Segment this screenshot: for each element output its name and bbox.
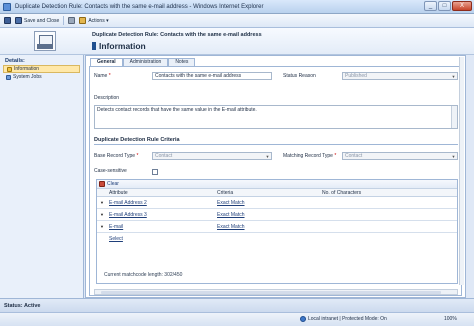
- case-sensitive-checkbox[interactable]: [152, 169, 158, 175]
- chevron-down-icon: ▼: [265, 154, 270, 159]
- maximize-button[interactable]: □: [438, 1, 451, 11]
- status-bar: Status: Active: [0, 298, 474, 312]
- close-button[interactable]: X: [452, 1, 472, 11]
- clear-icon: [99, 181, 105, 187]
- status-reason-select[interactable]: Published ▼: [342, 72, 458, 80]
- save-and-close-label: Save and Close: [24, 17, 60, 24]
- command-toolbar: Save and Close Actions ▾: [0, 14, 474, 28]
- status-reason-value: Published: [345, 73, 367, 79]
- criteria-section-title: Duplicate Detection Rule Criteria: [94, 137, 458, 145]
- actions-label: Actions ▾: [88, 17, 109, 24]
- case-sensitive-label: Case-sensitive: [94, 168, 127, 174]
- minimize-button[interactable]: _: [424, 1, 437, 11]
- general-panel: Name * Contacts with the same e-mail add…: [89, 66, 462, 296]
- zone-text: Local intranet | Protected Mode: On: [308, 316, 387, 322]
- attribute-cell[interactable]: E-mail: [109, 224, 217, 230]
- system-jobs-icon: [6, 74, 11, 80]
- chevron-down-icon: ▼: [451, 154, 456, 159]
- attribute-cell[interactable]: E-mail Address 2: [109, 200, 217, 206]
- vertical-scrollbar[interactable]: [459, 57, 464, 285]
- criteria-cell[interactable]: Exact Match: [217, 200, 322, 206]
- grid-toolbar: Clear: [97, 180, 457, 189]
- form-subtitle: Duplicate Detection Rule: Contacts with …: [92, 32, 262, 38]
- save-and-close-icon: [15, 17, 22, 24]
- scrollbar-thumb[interactable]: [101, 291, 441, 294]
- row-menu-icon[interactable]: ▼: [97, 212, 109, 217]
- nav-item-label: System Jobs: [13, 74, 42, 80]
- table-row[interactable]: ▼ E-mail Address 3 Exact Match: [97, 209, 457, 221]
- description-label: Description: [94, 95, 120, 101]
- information-icon: [7, 66, 12, 72]
- row-menu-icon[interactable]: ▼: [97, 224, 109, 229]
- select-row: Select: [97, 233, 457, 245]
- horizontal-scrollbar[interactable]: [94, 289, 458, 295]
- print-icon: [68, 17, 76, 24]
- globe-icon: [300, 316, 306, 322]
- zoom-level[interactable]: 100%: [444, 316, 457, 322]
- nav-item-system-jobs[interactable]: System Jobs: [3, 73, 80, 81]
- base-record-type-label: Base Record Type *: [94, 153, 139, 159]
- chevron-down-icon: ▼: [451, 74, 456, 79]
- save-icon: [4, 17, 11, 24]
- name-label: Name *: [94, 73, 111, 79]
- col-criteria: Criteria: [217, 189, 234, 196]
- select-link[interactable]: Select: [109, 236, 217, 242]
- actions-icon: [79, 17, 87, 24]
- nav-item-label: Information: [14, 66, 40, 72]
- window-controls: _ □ X: [424, 1, 472, 11]
- security-zone: Local intranet | Protected Mode: On: [300, 316, 387, 322]
- nav-heading: Details:: [5, 58, 25, 64]
- base-record-type-value: Contact: [155, 153, 173, 159]
- col-characters: No. of Characters: [322, 189, 362, 196]
- base-record-type-select[interactable]: Contact ▼: [152, 152, 272, 160]
- save-and-close-button[interactable]: Save and Close: [15, 17, 59, 24]
- duplicate-rule-icon: [34, 31, 56, 51]
- table-row[interactable]: ▼ E-mail Address 2 Exact Match: [97, 197, 457, 209]
- row-menu-icon[interactable]: ▼: [97, 200, 109, 205]
- description-scrollbar[interactable]: [451, 106, 457, 128]
- criteria-cell[interactable]: Exact Match: [217, 212, 322, 218]
- col-attribute: Attribute: [109, 189, 128, 196]
- print-button[interactable]: [68, 17, 76, 24]
- matchcode-length: Current matchcode length: 302/450: [104, 272, 183, 278]
- tab-administration[interactable]: Administration: [122, 58, 169, 66]
- table-row[interactable]: ▼ E-mail Exact Match: [97, 221, 457, 233]
- matching-record-type-value: Contact: [345, 153, 363, 159]
- clear-button[interactable]: Clear: [107, 181, 119, 187]
- toolbar-separator: [63, 16, 65, 25]
- ie-status-bar: Local intranet | Protected Mode: On 100%: [0, 312, 474, 326]
- description-field[interactable]: Detects contact records that have the sa…: [94, 105, 458, 129]
- grid-header: Attribute Criteria No. of Characters: [97, 189, 457, 197]
- page-title-text: Information: [99, 41, 146, 51]
- window-title: Duplicate Detection Rule: Contacts with …: [15, 3, 264, 10]
- name-field[interactable]: Contacts with the same e-mail address: [152, 72, 272, 80]
- page-title: Information: [92, 41, 146, 51]
- criteria-cell[interactable]: Exact Match: [217, 224, 322, 230]
- form-header: Duplicate Detection Rule: Contacts with …: [0, 28, 474, 55]
- save-button[interactable]: [4, 17, 11, 24]
- attribute-cell[interactable]: E-mail Address 3: [109, 212, 217, 218]
- nav-item-information[interactable]: Information: [3, 65, 80, 73]
- status-text: Status: Active: [4, 303, 41, 309]
- criteria-grid: Clear Attribute Criteria No. of Characte…: [96, 179, 458, 284]
- status-reason-label: Status Reason: [283, 73, 316, 79]
- ie-icon: [3, 2, 11, 11]
- matching-record-type-label: Matching Record Type *: [283, 153, 337, 159]
- form-area: General Administration Notes Name * Cont…: [85, 55, 466, 298]
- title-marker-icon: [92, 42, 96, 50]
- description-text: Detects contact records that have the sa…: [97, 107, 257, 113]
- left-navigation: Details: Information System Jobs: [0, 55, 84, 298]
- tab-notes[interactable]: Notes: [168, 58, 196, 66]
- window-titlebar: Duplicate Detection Rule: Contacts with …: [0, 0, 474, 14]
- matching-record-type-select[interactable]: Contact ▼: [342, 152, 458, 160]
- actions-menu[interactable]: Actions ▾: [79, 17, 109, 24]
